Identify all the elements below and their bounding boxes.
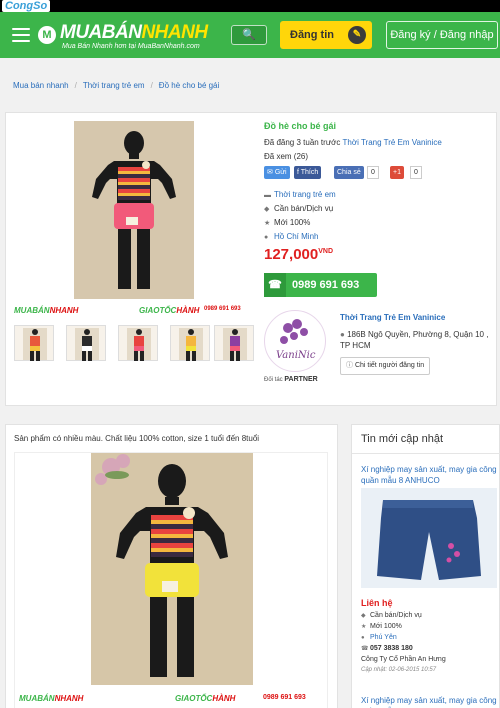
phone-icon: ☎ <box>264 273 286 297</box>
partner-badge: Đối tác PARTNER <box>264 376 318 383</box>
thumbnail[interactable] <box>66 325 106 361</box>
map-marker-icon: ● <box>361 635 365 641</box>
description-photo[interactable]: MUABÁNNHANH GIAOTỐCHÀNH 0989 691 693 <box>14 452 328 708</box>
sidebar-company: Công Ty Cổ Phần An Hưng <box>361 656 446 663</box>
breadcrumb-current[interactable]: Đồ hè cho bé gái <box>159 81 220 90</box>
strip-phone: 0989 691 693 <box>263 694 306 701</box>
flower-logo-icon <box>280 319 308 344</box>
phone-icon: ☎ <box>361 646 369 652</box>
google-plus-button[interactable]: +1 <box>390 166 404 179</box>
share-button[interactable]: Chia sẻ <box>334 166 364 179</box>
brand-strip: MUABÁNNHANH GIAOTỐCHÀNH 0989 691 693 <box>14 303 254 319</box>
sidebar-phone[interactable]: 057 3838 180 <box>370 645 413 652</box>
description-card: Sản phẩm có nhiều màu. Chất liệu 100% co… <box>5 424 338 708</box>
tag-icon: ◆ <box>361 613 366 619</box>
star-icon: ★ <box>361 624 367 630</box>
listing-type: Cần bán/Dịch vụ <box>274 204 334 213</box>
login-register-button[interactable]: Đăng ký / Đăng nhập <box>386 21 498 49</box>
logo-tagline: Mua Bán Nhanh hơn tại MuaBanNhanh.com <box>62 43 200 50</box>
thumbnail-row <box>14 325 254 365</box>
breadcrumb-home[interactable]: Mua bán nhanh <box>13 81 69 90</box>
sidebar-heading: Tin mới cập nhật <box>352 425 500 454</box>
map-marker-icon: ● <box>264 234 269 241</box>
sidebar-location-link[interactable]: Phú Yên <box>370 634 397 641</box>
poster-link[interactable]: Thời Trang Trẻ Em Vaninice <box>343 138 442 147</box>
product-card: MUABÁNNHANH GIAOTỐCHÀNH 0989 691 693 Đồ … <box>5 112 497 406</box>
call-button[interactable]: ☎ 0989 691 693 <box>264 273 377 297</box>
post-ad-button[interactable]: Đăng tin ✎ <box>280 21 372 49</box>
thumbnail[interactable] <box>214 325 254 361</box>
seller-detail-button[interactable]: ⓘ Chi tiết người đăng tin <box>340 357 431 375</box>
strip-logo: MUABÁNNHANH <box>19 694 84 703</box>
phone-number: 0989 691 693 <box>292 279 360 291</box>
info-icon: ⓘ <box>346 362 355 369</box>
facebook-like-button[interactable]: f Thích <box>294 166 322 179</box>
sidebar-item-meta: ◆ Cần bán/Dịch vụ ★ Mới 100% ● Phú Yên ☎ 057… <box>361 612 499 677</box>
breadcrumb: Mua bán nhanh / Thời trang trẻ em / Đồ hè ch… <box>13 81 220 90</box>
sidebar-date: Cập nhật: 02-06-2015 10:57 <box>361 667 437 673</box>
strip-delivery-logo: GIAOTỐCHÀNH <box>175 694 236 703</box>
price-currency: VND <box>318 248 334 255</box>
star-icon: ★ <box>264 220 271 227</box>
dress-mannequin-yellow-image <box>95 454 228 677</box>
latest-listings-sidebar: Tin mới cập nhật Xí nghiệp may sản xuất,… <box>351 424 500 708</box>
seller-name[interactable]: Thời Trang Trẻ Em Vaninice <box>340 313 498 322</box>
logo-wordmark: MUABÁNNHANH <box>60 22 208 43</box>
strip-logo: MUABÁNNHANH <box>14 306 79 315</box>
post-ad-label: Đăng tin <box>290 29 334 41</box>
tag-icon: ◆ <box>264 206 270 213</box>
strip-phone: 0989 691 693 <box>204 306 241 312</box>
thumbnail[interactable] <box>170 325 210 361</box>
location-link[interactable]: Hồ Chí Minh <box>274 232 318 241</box>
google-plus-count: 0 <box>410 166 422 179</box>
description-brand-strip: MUABÁNNHANH GIAOTỐCHÀNH 0989 691 693 <box>15 691 329 707</box>
dress-mannequin-image <box>92 131 176 289</box>
seller-info: Thời Trang Trẻ Em Vaninice ● 186B Ngô Qu… <box>340 313 498 375</box>
jeans-image <box>377 500 481 580</box>
pencil-icon: ✎ <box>348 26 366 44</box>
view-count: Đã xem (26) <box>264 152 309 161</box>
send-button[interactable]: ✉ Gửi <box>264 166 290 179</box>
sidebar-item-photo[interactable] <box>361 488 497 588</box>
product-title: Đồ hè cho bé gái <box>264 121 337 131</box>
seller-address: ● 186B Ngô Quyền, Phường 8, Quận 10 , TP… <box>340 330 489 350</box>
product-main-photo[interactable] <box>14 121 254 325</box>
price: 127,000VND <box>264 246 334 263</box>
hamburger-menu-icon[interactable] <box>12 28 30 42</box>
category-link[interactable]: Thời trang trẻ em <box>274 190 336 199</box>
seller-logo[interactable]: VaniNic Đối tác PARTNER <box>264 310 328 390</box>
posted-info: Đã đăng 3 tuần trước Thời Trang Trẻ Em V… <box>264 138 442 147</box>
condition: Mới 100% <box>274 218 311 227</box>
sidebar-item-title[interactable]: Xí nghiệp may sản xuất, may gia công quầ… <box>361 695 499 708</box>
site-header: M MUABÁNNHANH Mua Bán Nhanh hơn tại MuaB… <box>0 12 500 58</box>
social-buttons: ✉ Gửi f Thích Chia sẻ 0 +1 0 <box>264 166 494 180</box>
breadcrumb-category[interactable]: Thời trang trẻ em <box>83 81 145 90</box>
thumbnail[interactable] <box>118 325 158 361</box>
browser-top-bar: CongSo <box>0 0 500 12</box>
search-icon: 🔍 <box>242 29 256 41</box>
seller-logo-text: VaniNic <box>276 350 316 361</box>
sidebar-item-title[interactable]: Xí nghiệp may sản xuất, may gia công quầ… <box>361 464 499 486</box>
thumbnail[interactable] <box>14 325 54 361</box>
product-info: Đồ hè cho bé gái Đã đăng 3 tuần trước Th… <box>264 121 494 297</box>
folder-icon: ▬ <box>264 192 271 199</box>
search-button[interactable]: 🔍 <box>231 25 267 45</box>
logo-mark: M <box>38 26 56 44</box>
congso-badge[interactable]: CongSo <box>2 0 51 12</box>
map-marker-icon: ● <box>340 330 348 339</box>
product-meta: ▬ Thời trang trẻ em ◆ Cần bán/Dịch vụ ★ Mới… <box>264 190 494 241</box>
strip-delivery-logo: GIAOTỐCHÀNH <box>139 306 200 315</box>
sidebar-item-price: Liên hệ <box>361 598 393 608</box>
site-logo[interactable]: M MUABÁNNHANH Mua Bán Nhanh hơn tại MuaB… <box>38 20 223 52</box>
description-text: Sản phẩm có nhiều màu. Chất liệu 100% co… <box>14 434 260 443</box>
share-count: 0 <box>367 166 379 179</box>
